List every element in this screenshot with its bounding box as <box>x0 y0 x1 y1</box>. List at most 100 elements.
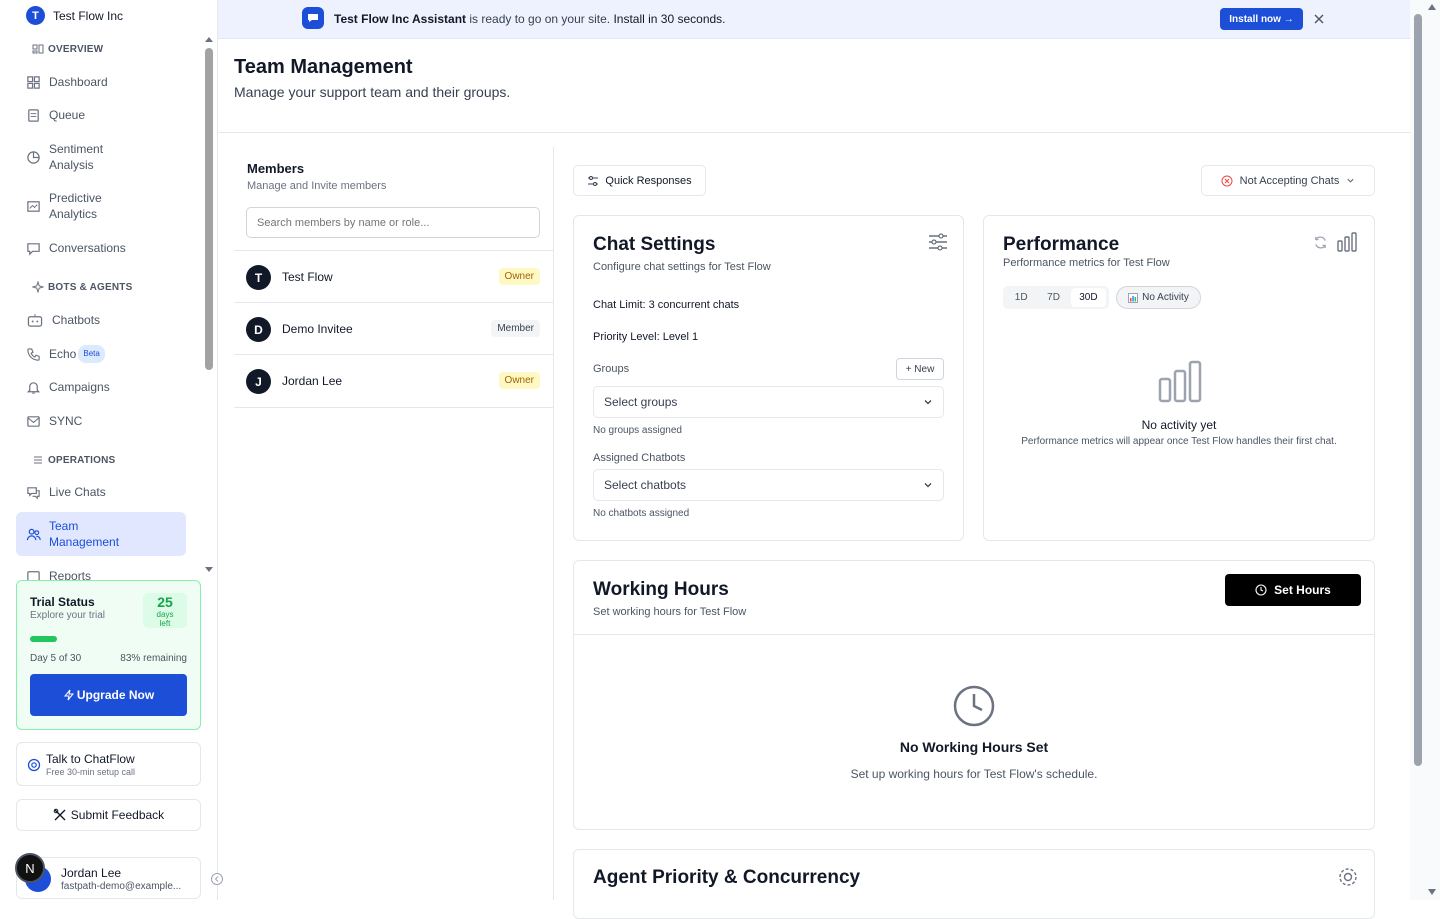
sidebar-item-chatbots[interactable]: Chatbots <box>26 312 186 328</box>
section-operations-label: OPERATIONS <box>48 454 116 466</box>
member-name: Demo Invitee <box>282 322 353 336</box>
sidebar-item-sentiment[interactable]: Sentiment Analysis <box>26 141 186 173</box>
chat-settings-title: Chat Settings <box>593 234 716 255</box>
scroll-thumb <box>1414 14 1422 766</box>
new-group-button[interactable]: + New <box>896 358 944 380</box>
range-tab-1d[interactable]: 1D <box>1006 292 1036 303</box>
quick-responses-label: Quick Responses <box>605 174 692 187</box>
banner-bold: Test Flow Inc Assistant <box>334 12 467 26</box>
sidebar-item-predictive[interactable]: Predictive Analytics <box>26 190 186 222</box>
scroll-thumb <box>205 48 213 370</box>
dashboard-icon <box>27 75 40 89</box>
sidebar-item-label: Chatbots <box>52 313 101 327</box>
x-circle-icon <box>1221 175 1233 186</box>
set-hours-button[interactable]: Set Hours <box>1225 574 1361 606</box>
chat-settings-card: Chat Settings Configure chat settings fo… <box>573 215 964 541</box>
chat-status-label: Not Accepting Chats <box>1239 174 1340 187</box>
gear-icon[interactable] <box>1337 866 1359 888</box>
scroll-down-arrow-icon <box>205 567 213 572</box>
sidebar-item-label: Campaigns <box>49 380 110 394</box>
install-now-button[interactable]: Install now → <box>1220 8 1303 30</box>
sidebar-item-label: SYNC <box>49 414 83 428</box>
sidebar-item-dashboard[interactable]: Dashboard <box>26 74 186 90</box>
no-activity-label: No Activity <box>1142 292 1189 303</box>
range-tabs: 1D 7D 30D <box>1003 286 1109 309</box>
sidebar-item-label: Predictive Analytics <box>49 191 102 221</box>
divider <box>574 634 1374 635</box>
close-icon[interactable] <box>1314 14 1324 24</box>
priority-value: Level 1 <box>659 331 699 343</box>
sidebar-item-live-chats[interactable]: Live Chats <box>26 484 186 500</box>
sidebar-item-label: Sentiment Analysis <box>49 142 104 172</box>
groups-select-label: Select groups <box>604 395 678 409</box>
groups-select[interactable]: Select groups <box>593 386 944 418</box>
org-switcher[interactable]: T Test Flow Inc <box>26 6 123 25</box>
sliders-icon <box>588 175 599 186</box>
role-badge: Owner <box>498 268 540 285</box>
section-operations: OPERATIONS <box>32 454 115 466</box>
dev-overlay-badge[interactable]: N <box>15 853 45 883</box>
tools-icon <box>53 808 66 821</box>
overview-icon <box>32 44 44 54</box>
chevron-down-icon <box>924 400 932 405</box>
sidebar-scrollbar[interactable] <box>204 36 214 576</box>
talk-to-chatflow-card[interactable]: Talk to ChatFlow Free 30-min setup call <box>16 742 201 786</box>
range-tab-7d[interactable]: 7D <box>1038 292 1068 303</box>
empty-title: No activity yet <box>1141 418 1217 432</box>
collapse-sidebar-icon[interactable] <box>210 872 224 886</box>
submit-feedback-button[interactable]: Submit Feedback <box>16 799 201 831</box>
sidebar-item-conversations[interactable]: Conversations <box>26 240 186 256</box>
days-left-badge: 25 days left <box>143 593 187 628</box>
working-hours-subtitle: Set working hours for Test Flow <box>593 606 747 618</box>
analytics-icon <box>27 200 40 212</box>
page-scrollbar[interactable] <box>1410 0 1440 900</box>
assistant-logo <box>302 7 324 29</box>
beta-badge: Beta <box>78 345 105 363</box>
talk-title: Talk to ChatFlow <box>46 752 135 766</box>
trial-status-card: Trial Status Explore your trial 25 days … <box>16 580 201 730</box>
sentiment-icon <box>27 150 40 164</box>
chatbots-label: Assigned Chatbots <box>593 452 686 464</box>
empty-text: Set up working hours for Test Flow's sch… <box>850 767 1098 781</box>
phone-icon <box>27 347 40 361</box>
bar-chart-icon[interactable] <box>1336 231 1358 253</box>
no-activity-badge: No Activity <box>1116 286 1201 309</box>
agent-priority-card: Agent Priority & Concurrency <box>573 849 1375 919</box>
section-overview-label: OVERVIEW <box>48 43 104 55</box>
chatbots-select[interactable]: Select chatbots <box>593 469 944 501</box>
member-search-input[interactable] <box>246 207 540 238</box>
quick-responses-button[interactable]: Quick Responses <box>573 165 706 196</box>
sidebar-item-label: Live Chats <box>49 485 106 499</box>
mail-icon <box>27 415 40 427</box>
member-row[interactable]: J Jordan Lee Owner <box>234 355 553 408</box>
sidebar-item-campaigns[interactable]: Campaigns <box>26 379 186 395</box>
chats-icon <box>27 486 40 499</box>
trial-title: Trial Status <box>30 595 95 609</box>
sidebar-item-queue[interactable]: Queue <box>26 107 186 123</box>
sidebar-item-team-management[interactable]: Team Management <box>16 512 186 556</box>
settings-sliders-icon[interactable] <box>928 233 948 251</box>
sidebar-item-sync[interactable]: SYNC <box>26 413 186 429</box>
working-hours-title: Working Hours <box>593 579 729 600</box>
bell-icon <box>26 381 41 394</box>
priority-level: Priority Level: Level 1 <box>593 331 698 343</box>
page-scroll-track <box>1414 4 1436 895</box>
chat-bubble-icon <box>27 242 40 256</box>
groups-empty-text: No groups assigned <box>593 425 682 436</box>
member-name: Test Flow <box>282 270 333 284</box>
range-tab-30d[interactable]: 30D <box>1070 288 1107 307</box>
sidebar-item-echo[interactable]: Echo Beta <box>26 345 186 363</box>
sidebar-item-reports[interactable]: Reports <box>26 568 186 580</box>
upgrade-now-button[interactable]: Upgrade Now <box>30 674 187 716</box>
chat-limit-value: 3 concurrent chats <box>645 299 740 311</box>
column-divider <box>553 147 554 900</box>
days-left-label: days left <box>156 610 174 628</box>
banner-text: Test Flow Inc Assistant is ready to go o… <box>334 12 726 26</box>
sidebar-item-label: Echo <box>49 347 77 361</box>
trial-day-text: Day 5 of 30 <box>30 653 82 664</box>
member-row[interactable]: D Demo Invitee Member <box>234 303 553 355</box>
chat-status-select[interactable]: Not Accepting Chats <box>1201 165 1375 196</box>
refresh-icon[interactable] <box>1313 235 1328 250</box>
sidebar-item-label: Dashboard <box>49 75 108 89</box>
member-row[interactable]: T Test Flow Owner <box>234 251 553 303</box>
